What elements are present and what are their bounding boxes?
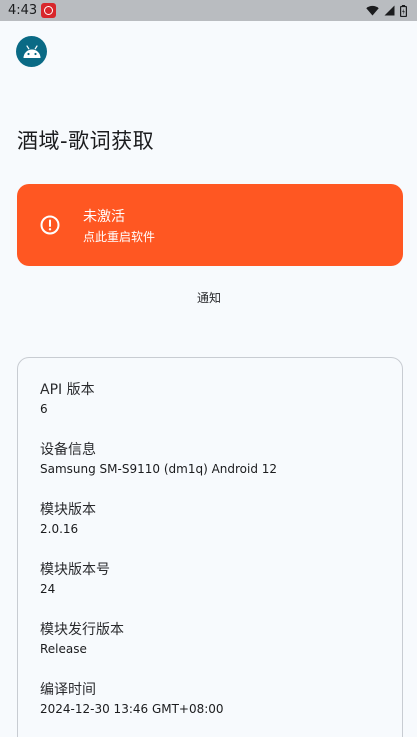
- android-icon: [16, 36, 47, 67]
- info-label: 模块发行版本: [40, 622, 124, 638]
- info-label: 模块版本号: [40, 562, 110, 578]
- activation-title: 未激活: [83, 208, 125, 225]
- info-item-version-code: 模块版本号 24: [40, 562, 380, 622]
- wifi-icon: [366, 5, 379, 16]
- info-item-build-time: 编译时间 2024-12-30 13:46 GMT+08:00: [40, 682, 380, 737]
- info-value: Release: [40, 642, 87, 656]
- info-item-module-version: 模块版本 2.0.16: [40, 502, 380, 562]
- activation-status-card[interactable]: 未激活 点此重启软件: [17, 184, 403, 266]
- status-left: 4:43: [8, 3, 57, 18]
- activation-subtitle: 点此重启软件: [83, 229, 156, 244]
- signal-icon: [384, 5, 395, 16]
- module-info-card: API 版本 6 设备信息 Samsung SM-S9110 (dm1q) An…: [17, 357, 403, 737]
- info-label: 编译时间: [40, 682, 96, 698]
- notification-app-icon: [41, 3, 57, 18]
- activation-text: 未激活 点此重启软件: [83, 206, 155, 245]
- notify-button[interactable]: 通知: [168, 284, 250, 310]
- info-label: API 版本: [40, 382, 95, 398]
- info-value: Samsung SM-S9110 (dm1q) Android 12: [40, 462, 278, 476]
- info-label: 设备信息: [40, 442, 96, 458]
- info-item-api-version: API 版本 6: [40, 382, 380, 442]
- status-right: [366, 4, 407, 17]
- info-value: 2.0.16: [40, 522, 79, 536]
- info-value: 2024-12-30 13:46 GMT+08:00: [40, 702, 224, 716]
- info-value: 24: [40, 582, 56, 596]
- battery-icon: [400, 4, 407, 17]
- page-title: 酒域-歌词获取: [17, 129, 155, 153]
- status-time: 4:43: [8, 3, 38, 18]
- info-item-device: 设备信息 Samsung SM-S9110 (dm1q) Android 12: [40, 442, 380, 502]
- info-item-release-type: 模块发行版本 Release: [40, 622, 380, 682]
- info-value: 6: [40, 402, 48, 416]
- info-label: 模块版本: [40, 502, 96, 518]
- status-bar: 4:43: [0, 0, 417, 21]
- alert-circle-icon: [40, 215, 60, 235]
